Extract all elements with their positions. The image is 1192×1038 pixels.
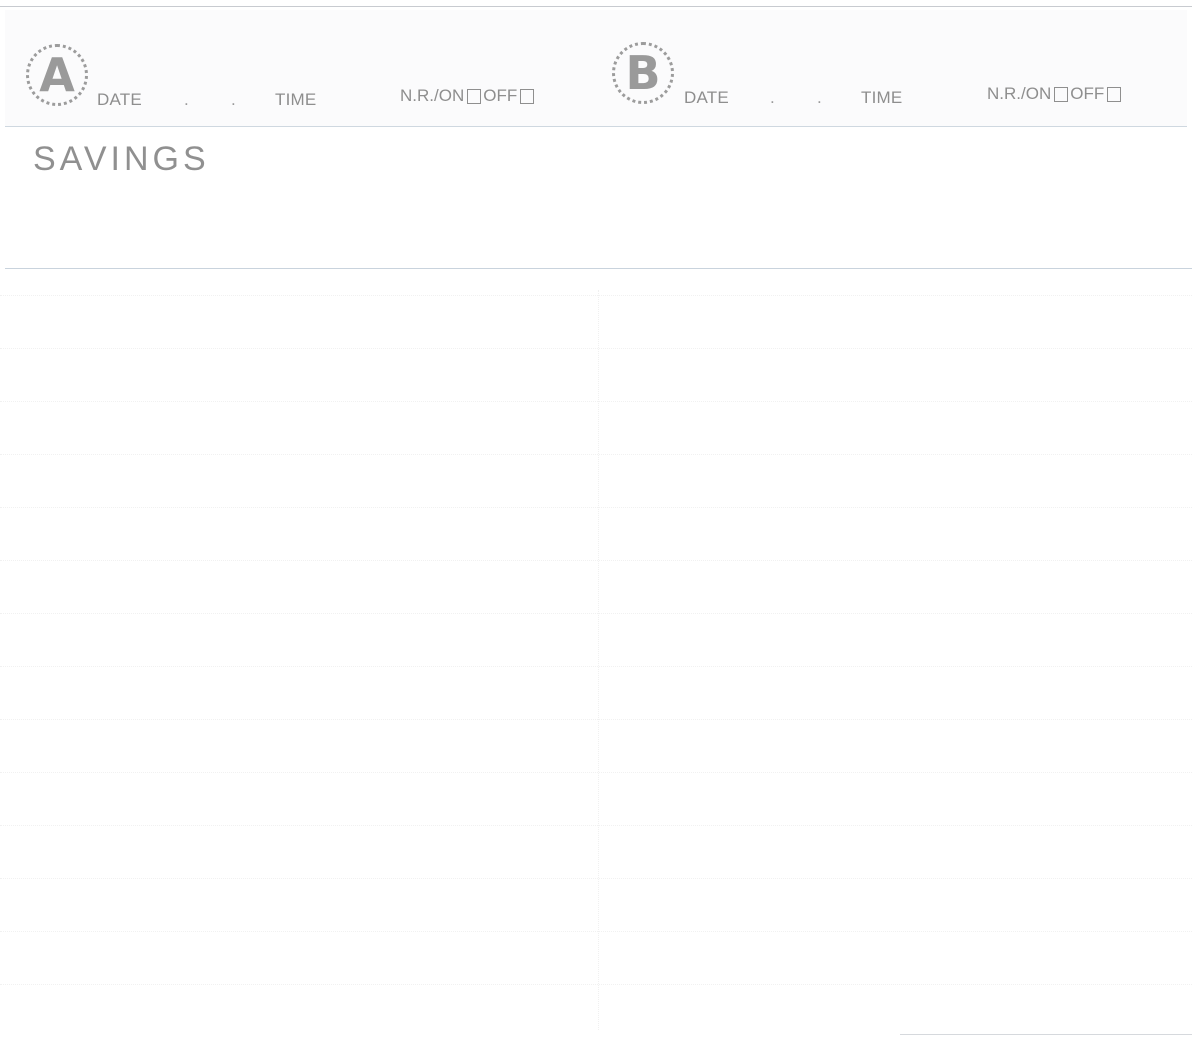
nr-on-label-a: N.R./ON: [400, 86, 465, 105]
ruled-line: [0, 295, 1192, 296]
time-label-b: TIME: [861, 88, 903, 107]
ruled-line: [0, 719, 1192, 720]
nr-group-a: N.R./ON OFF: [400, 86, 536, 106]
ruled-line: [0, 878, 1192, 879]
ruled-line: [0, 454, 1192, 455]
savings-title: SAVINGS: [33, 140, 210, 178]
on-checkbox-b[interactable]: [1054, 86, 1069, 102]
ruled-line: [0, 666, 1192, 667]
off-label-a: OFF: [483, 86, 518, 105]
time-label-a: TIME: [275, 90, 317, 109]
ruled-line: [0, 348, 1192, 349]
center-guide-line: [598, 290, 599, 1030]
ruled-line: [0, 825, 1192, 826]
badge-a-letter: A: [39, 48, 75, 102]
date-dot-a2: .: [231, 90, 236, 109]
section-b: B DATE . . TIME N.R./ON OFF: [612, 42, 1172, 108]
top-edge-line: [0, 6, 1192, 7]
ruled-line: [0, 401, 1192, 402]
nr-group-b: N.R./ON OFF: [987, 84, 1123, 104]
date-label-a: DATE: [97, 90, 142, 109]
off-label-b: OFF: [1070, 84, 1105, 103]
badge-b: B: [612, 42, 674, 104]
ruled-line: [0, 613, 1192, 614]
ruled-line: [0, 507, 1192, 508]
nr-on-label-b: N.R./ON: [987, 84, 1052, 103]
ruled-line: [0, 931, 1192, 932]
off-checkbox-b[interactable]: [1107, 86, 1122, 102]
ruled-line: [0, 984, 1192, 985]
section-a: A DATE . . TIME N.R./ON OFF: [26, 44, 586, 110]
date-dot-b2: .: [817, 88, 822, 107]
ruled-line: [0, 560, 1192, 561]
ruled-line: [0, 772, 1192, 773]
bottom-edge-line: [900, 1034, 1192, 1035]
section-divider: [5, 268, 1192, 269]
on-checkbox-a[interactable]: [467, 88, 482, 104]
date-label-b: DATE: [684, 88, 729, 107]
date-dot-b1: .: [770, 88, 775, 107]
savings-form-page: A DATE . . TIME N.R./ON OFF B DATE . . T…: [0, 0, 1192, 1038]
date-dot-a1: .: [184, 90, 189, 109]
off-checkbox-a[interactable]: [520, 88, 535, 104]
badge-a: A: [26, 44, 88, 106]
badge-b-letter: B: [625, 46, 661, 100]
